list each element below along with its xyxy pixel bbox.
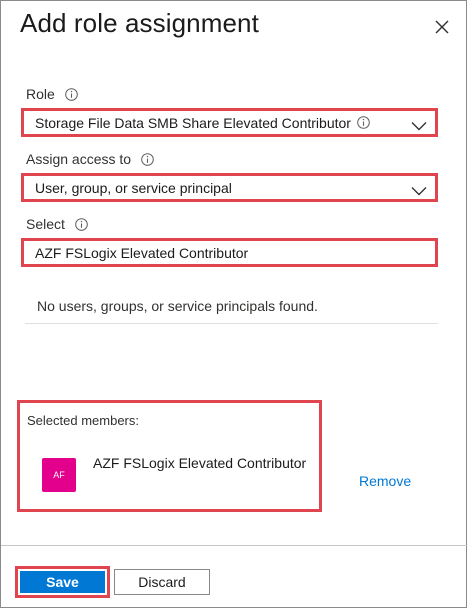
- member-name: AZF FSLogix Elevated Contributor: [93, 455, 307, 471]
- selected-members-label: Selected members:: [27, 413, 139, 428]
- select-label-text: Select: [26, 216, 65, 232]
- select-search-input[interactable]: AZF FSLogix Elevated Contributor: [21, 238, 438, 267]
- close-icon[interactable]: [432, 17, 452, 37]
- role-label-text: Role: [26, 86, 55, 102]
- select-label: Select: [26, 216, 88, 232]
- assign-access-dropdown[interactable]: User, group, or service principal: [21, 173, 438, 202]
- avatar: AF: [42, 458, 76, 492]
- assign-access-value: User, group, or service principal: [35, 179, 232, 196]
- results-divider: [25, 323, 438, 324]
- footer-divider: [1, 545, 467, 546]
- save-button[interactable]: Save: [20, 571, 105, 593]
- info-icon[interactable]: [75, 217, 88, 231]
- remove-member-link[interactable]: Remove: [359, 473, 411, 489]
- assign-access-label-text: Assign access to: [26, 151, 132, 167]
- info-icon[interactable]: [64, 87, 78, 101]
- panel-title: Add role assignment: [20, 8, 259, 38]
- discard-button[interactable]: Discard: [114, 569, 210, 595]
- selected-members-section: Selected members: AF AZF FSLogix Elevate…: [17, 400, 322, 512]
- role-value: Storage File Data SMB Share Elevated Con…: [35, 114, 351, 131]
- assign-access-label: Assign access to: [26, 151, 154, 167]
- role-label: Role: [26, 86, 78, 102]
- info-icon[interactable]: [357, 116, 370, 129]
- select-input-value: AZF FSLogix Elevated Contributor: [35, 244, 249, 261]
- add-role-assignment-panel: Add role assignment Role Storage File Da…: [0, 0, 467, 608]
- info-icon[interactable]: [141, 152, 154, 166]
- save-button-highlight: Save: [15, 566, 110, 598]
- role-dropdown[interactable]: Storage File Data SMB Share Elevated Con…: [21, 108, 438, 137]
- chevron-down-icon: [411, 183, 427, 196]
- chevron-down-icon: [411, 118, 427, 131]
- no-results-message: No users, groups, or service principals …: [37, 298, 318, 314]
